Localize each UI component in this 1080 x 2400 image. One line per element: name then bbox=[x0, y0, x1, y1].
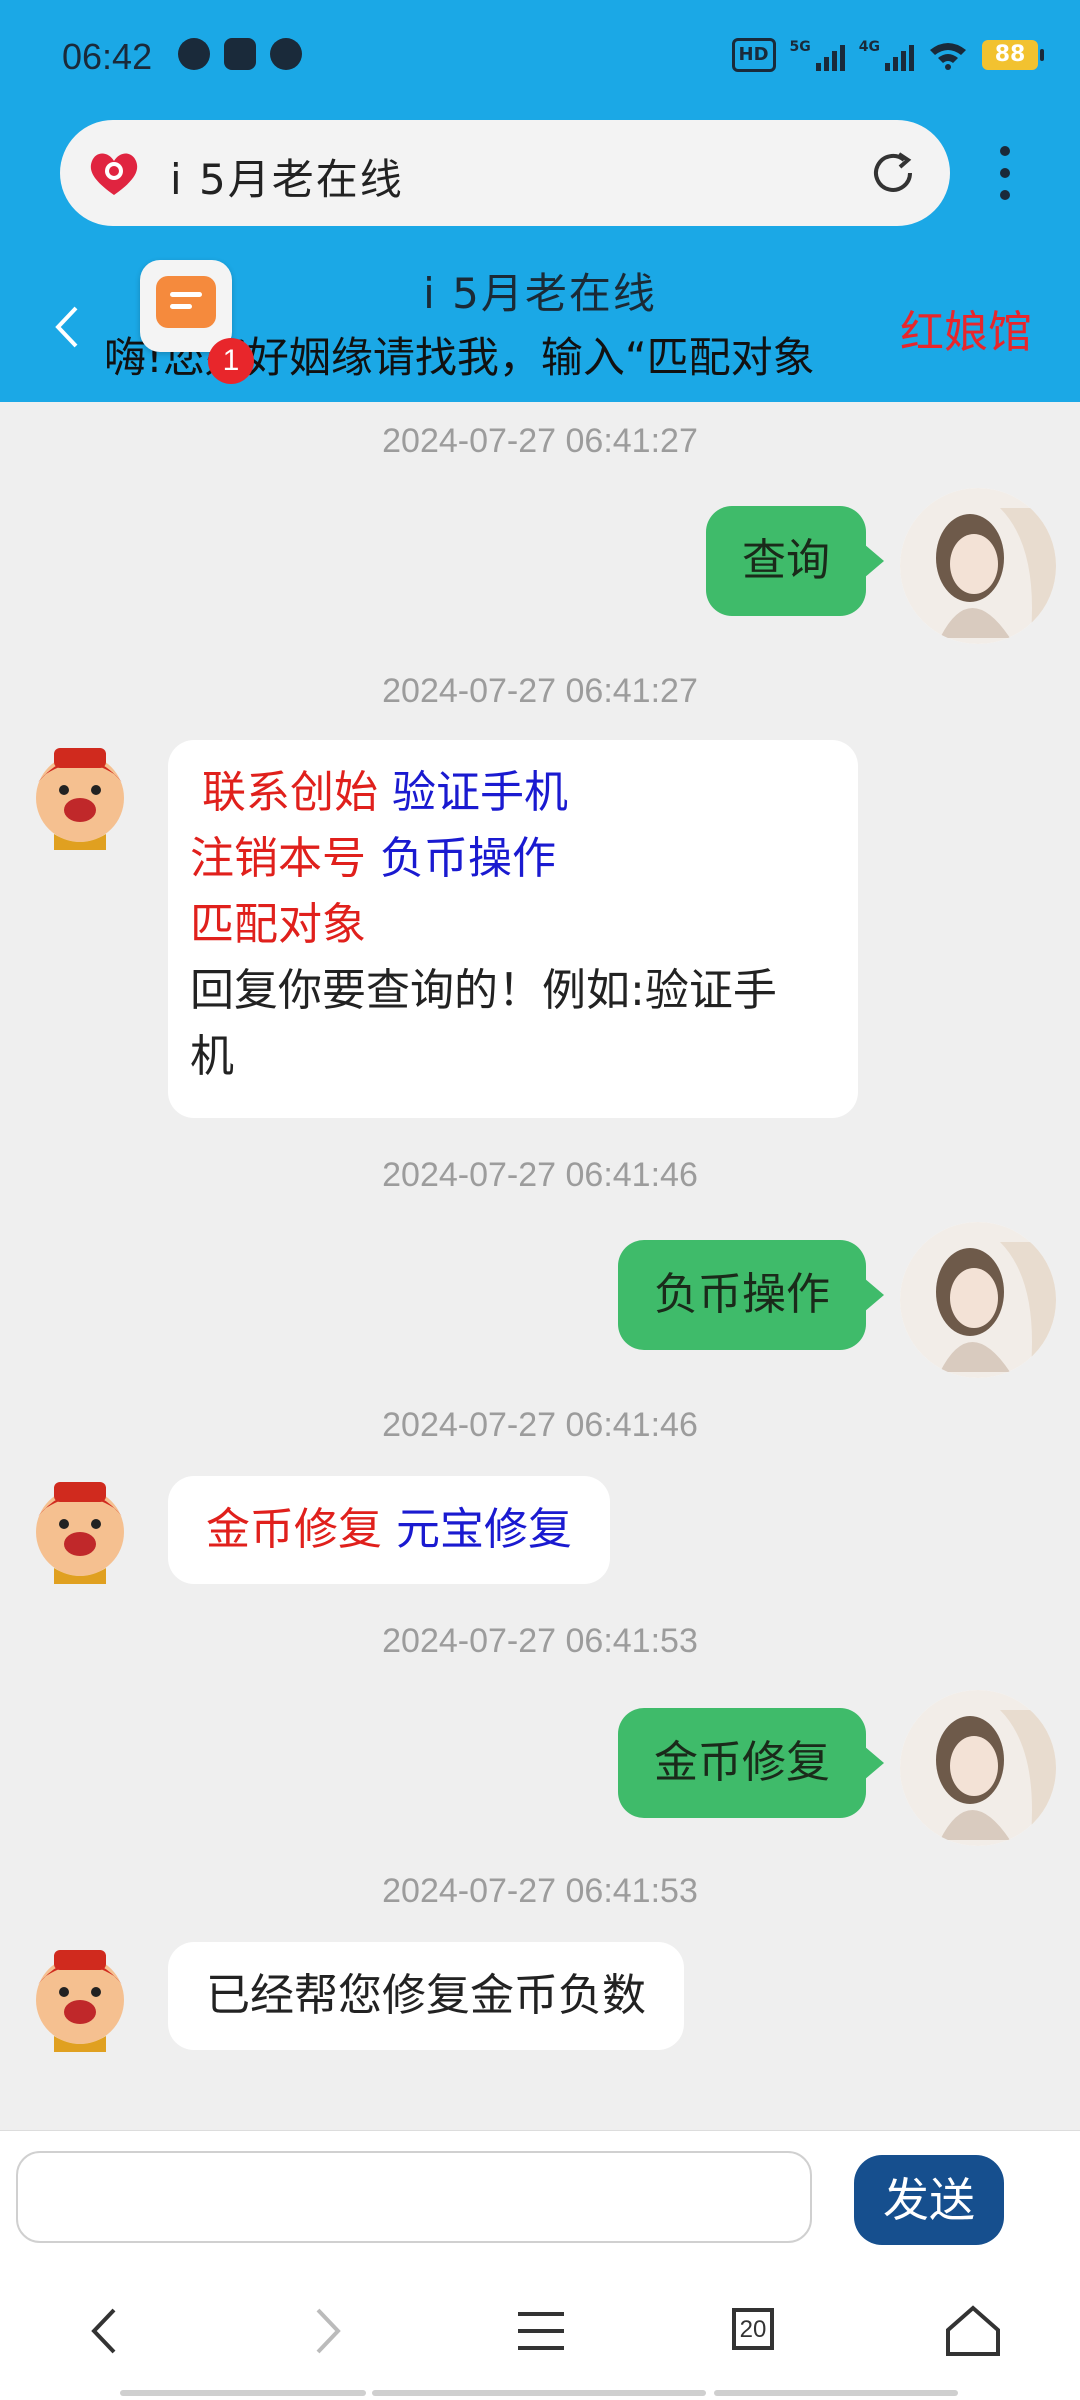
user-avatar[interactable] bbox=[900, 488, 1056, 644]
tabs-button[interactable]: 20 bbox=[720, 2296, 790, 2366]
menu-icon[interactable] bbox=[506, 2296, 576, 2366]
message-bubble-right: 查询 bbox=[706, 506, 884, 616]
site-heart-icon bbox=[90, 153, 138, 195]
system-icons: HD 5G 4G 88 bbox=[731, 38, 1044, 72]
message-timestamp: 2024-07-27 06:41:53 bbox=[382, 1622, 698, 1660]
composer: 发送 bbox=[0, 2130, 1080, 2267]
notification-icons bbox=[178, 38, 302, 70]
message-input[interactable] bbox=[16, 2151, 812, 2243]
more-menu-icon[interactable] bbox=[990, 146, 1020, 202]
bot-avatar[interactable] bbox=[24, 1940, 136, 2052]
battery-icon: 88 bbox=[982, 40, 1044, 70]
menu-option-coin-repair[interactable]: 金币修复 bbox=[206, 1504, 382, 1555]
message-line: 机 bbox=[190, 1031, 234, 1082]
floating-chat-icon[interactable] bbox=[140, 260, 232, 352]
bot-avatar[interactable] bbox=[24, 738, 136, 850]
reload-icon[interactable] bbox=[866, 146, 920, 200]
user-avatar-image bbox=[900, 488, 1056, 644]
message-bubble-left: 已经帮您修复金币负数 bbox=[168, 1942, 684, 2050]
message-bubble-left: 联系创始 验证手机 注销本号 负币操作 匹配对象 回复你要查询的！例如:验证手 … bbox=[168, 740, 858, 1118]
matchmaker-link[interactable]: 红娘馆 bbox=[900, 296, 1032, 360]
menu-option-negative-coin[interactable]: 负币操作 bbox=[380, 833, 556, 884]
network-5g-label: 5G bbox=[789, 39, 811, 55]
gesture-indicator bbox=[714, 2390, 958, 2396]
mail-notification-icon bbox=[224, 38, 256, 70]
home-icon[interactable] bbox=[938, 2296, 1008, 2366]
message-line: 注销本号 负币操作 bbox=[190, 826, 777, 892]
signal-4g-icon: 4G bbox=[859, 39, 914, 71]
unread-badge: 1 bbox=[208, 338, 254, 384]
address-bar[interactable]: i 5月老在线 bbox=[60, 120, 950, 226]
user-avatar-image bbox=[900, 1690, 1056, 1846]
message-line: 回复你要查询的！例如:验证手 bbox=[190, 965, 777, 1016]
gesture-indicator bbox=[120, 2390, 366, 2396]
message-timestamp: 2024-07-27 06:41:27 bbox=[382, 672, 698, 710]
message-list[interactable]: 2024-07-27 06:41:27 查询 2024-07-27 06:41:… bbox=[0, 402, 1080, 2132]
gesture-indicator bbox=[372, 2390, 706, 2396]
message-timestamp: 2024-07-27 06:41:46 bbox=[382, 1156, 698, 1194]
message-bubble-right: 负币操作 bbox=[618, 1240, 884, 1350]
message-timestamp: 2024-07-27 06:41:46 bbox=[382, 1406, 698, 1444]
status-time: 06:42 bbox=[62, 36, 153, 77]
forward-icon[interactable] bbox=[292, 2296, 362, 2366]
send-button[interactable]: 发送 bbox=[854, 2155, 1004, 2245]
user-avatar[interactable] bbox=[900, 1690, 1056, 1846]
back-icon[interactable] bbox=[70, 2296, 140, 2366]
menu-option-ingot-repair[interactable]: 元宝修复 bbox=[396, 1504, 572, 1555]
app-header: 06:42 HD 5G 4G 88 i 5月老在线 i 5月老在线 嗨!您好好姻… bbox=[0, 0, 1080, 402]
user-avatar[interactable] bbox=[900, 1222, 1056, 1378]
url-text[interactable]: i 5月老在线 bbox=[170, 146, 404, 207]
message-line: 匹配对象 bbox=[190, 892, 777, 958]
message-line: 联系创始 验证手机 bbox=[190, 760, 777, 826]
message-bubble-right: 金币修复 bbox=[618, 1708, 884, 1818]
message-timestamp: 2024-07-27 06:41:53 bbox=[382, 1872, 698, 1910]
menu-option-cancel-account[interactable]: 注销本号 bbox=[190, 833, 366, 884]
bot-avatar[interactable] bbox=[24, 1472, 136, 1584]
tabs-count: 20 bbox=[732, 2308, 774, 2350]
status-bar: 06:42 HD 5G 4G 88 bbox=[0, 0, 1080, 110]
browser-nav-bar: 20 bbox=[0, 2266, 1080, 2400]
menu-option-contact-founder[interactable]: 联系创始 bbox=[202, 767, 378, 818]
network-4g-label: 4G bbox=[858, 39, 880, 55]
signal-5g-icon: 5G bbox=[790, 39, 845, 71]
chat-header: i 5月老在线 嗨!您好好姻缘请找我，输入“匹配对象 红娘馆 1 bbox=[0, 250, 1080, 402]
message-bubble-left: 金币修复 元宝修复 bbox=[168, 1476, 610, 1584]
menu-option-verify-phone[interactable]: 验证手机 bbox=[392, 767, 568, 818]
hd-icon: HD bbox=[731, 38, 776, 72]
message-timestamp: 2024-07-27 06:41:27 bbox=[382, 422, 698, 460]
wifi-icon bbox=[930, 43, 966, 70]
menu-option-match[interactable]: 匹配对象 bbox=[190, 899, 366, 950]
user-avatar-image bbox=[900, 1222, 1056, 1378]
chat-notification-icon bbox=[270, 38, 302, 70]
app-notification-icon bbox=[178, 38, 210, 70]
